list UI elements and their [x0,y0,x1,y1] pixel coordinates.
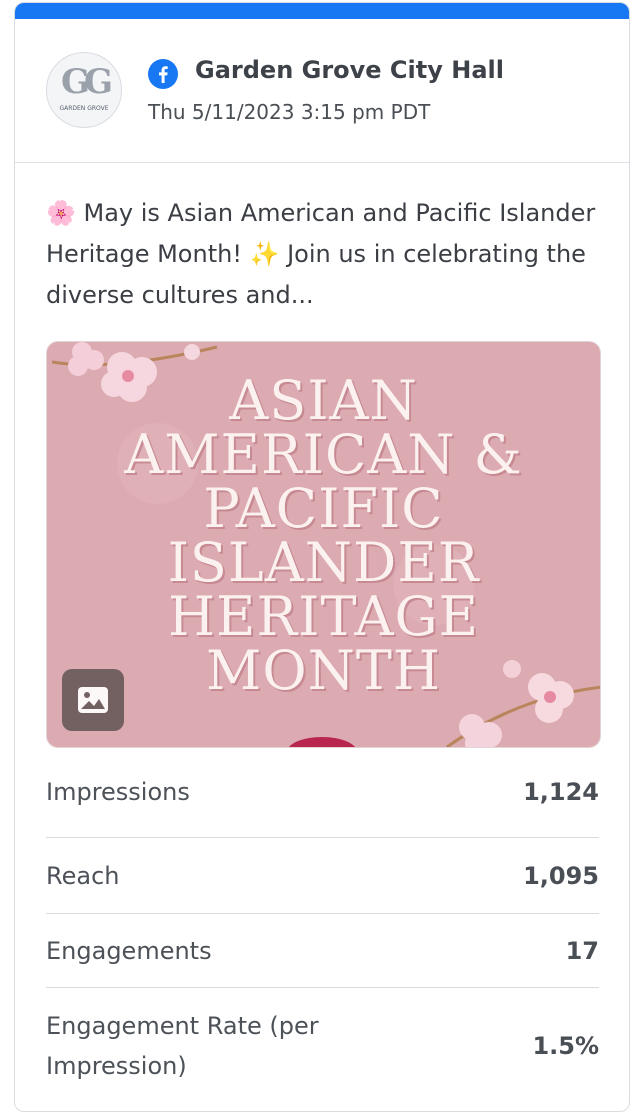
avatar-subtext: GARDEN GROVE [59,105,109,112]
facebook-icon [148,59,178,89]
cherry-blossom-bottom-right [446,660,600,747]
stat-label: Engagement Rate (per Impression) [46,1012,319,1080]
platform-color-bar [15,3,629,19]
image-type-badge [62,669,124,731]
stat-row-engagements: Engagements 17 [46,914,599,988]
account-name[interactable]: Garden Grove City Hall [195,56,504,84]
image-icon [78,687,108,713]
stat-label: Reach [46,861,120,890]
stat-row-reach: Reach 1,095 [46,838,599,914]
stat-label: Engagements [46,936,212,965]
stat-label: Impressions [46,777,190,806]
stat-value: 1,124 [523,777,599,806]
avatar-logo: GG [60,62,113,102]
stat-row-engagement-rate: Engagement Rate (per Impression) 1.5% [46,988,599,1104]
post-stats: Impressions 1,124 Reach 1,095 Engagement… [46,746,599,1104]
post-header: GG GARDEN GROVE Garden Grove City Hall T… [15,19,629,163]
stat-value: 1.5% [532,1032,599,1060]
post-text: 🌸 May is Asian American and Pacific Isla… [46,199,596,309]
post-timestamp: Thu 5/11/2023 3:15 pm PDT [148,100,431,124]
stat-row-impressions: Impressions 1,124 [46,746,599,838]
stat-value: 17 [565,936,599,965]
poster-title: ASIAN AMERICAN & PACIFIC ISLANDER HERITA… [124,369,523,702]
avatar[interactable]: GG GARDEN GROVE [46,52,122,128]
post-image[interactable]: ASIAN AMERICAN & PACIFIC ISLANDER HERITA… [46,341,601,748]
post-card: GG GARDEN GROVE Garden Grove City Hall T… [14,2,630,1112]
stat-value: 1,095 [523,861,599,890]
